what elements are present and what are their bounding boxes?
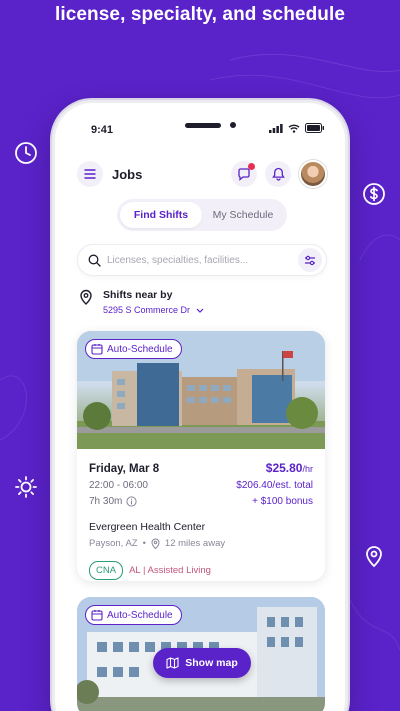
chevron-down-icon: [196, 308, 204, 313]
clock-icon: [13, 140, 39, 166]
battery-icon: [305, 123, 324, 133]
hero-title: license, specialty, and schedule: [54, 4, 346, 25]
badge-label: Auto-Schedule: [107, 609, 173, 621]
facility-name: Evergreen Health Center: [89, 521, 206, 533]
separator-dot: •: [142, 538, 146, 549]
filter-button[interactable]: [298, 248, 322, 272]
auto-schedule-badge: Auto-Schedule: [85, 339, 182, 359]
facility-photo: Auto-Schedule: [77, 331, 325, 449]
duration-row: 7h 30m: [89, 496, 137, 507]
location-address: 5295 S Commerce Dr: [103, 305, 191, 315]
notification-dot: [248, 163, 255, 170]
camera-dot: [230, 122, 236, 128]
messages-button[interactable]: [231, 161, 257, 187]
dollar-icon: [361, 181, 387, 207]
est-total: $206.40/est. total: [236, 480, 313, 491]
calendar-icon: [91, 610, 103, 621]
user-avatar[interactable]: [299, 160, 327, 188]
page-title: Jobs: [112, 166, 143, 182]
tab-my-schedule[interactable]: My Schedule: [202, 202, 284, 228]
speaker-bar: [185, 123, 221, 128]
show-map-label: Show map: [185, 657, 238, 669]
tab-find-shifts[interactable]: Find Shifts: [120, 202, 202, 228]
location-pin-icon: [151, 538, 160, 549]
rate-value: $25.80: [265, 461, 303, 475]
shift-date: Friday, Mar 8: [89, 463, 160, 475]
auto-schedule-badge: Auto-Schedule: [85, 605, 182, 625]
menu-button[interactable]: [77, 161, 103, 187]
shift-card[interactable]: Auto-Schedule Friday, Mar 8 $25.80/hr 22…: [77, 331, 325, 581]
signal-icon: [269, 123, 283, 133]
location-text: Shifts near by 5295 S Commerce Dr: [103, 289, 204, 315]
specialty-tag: AL | Assisted Living: [129, 565, 211, 576]
facility-distance: 12 miles away: [164, 538, 226, 549]
rate-unit: /hr: [302, 464, 313, 474]
search-input[interactable]: [107, 254, 298, 266]
shift-tags: CNA AL | Assisted Living: [89, 561, 313, 580]
sun-icon: [13, 474, 39, 500]
facility-city: Payson, AZ: [89, 538, 138, 549]
calendar-icon: [91, 344, 103, 355]
filter-sliders-icon: [305, 255, 315, 265]
phone-frame: 9:41 Jobs Find Shifts My Schedule Sh: [52, 100, 348, 711]
license-tag: CNA: [89, 561, 124, 580]
menu-icon: [84, 169, 96, 179]
show-map-button[interactable]: Show map: [153, 648, 251, 678]
status-icons: [269, 123, 325, 133]
shift-time: 22:00 - 06:00: [89, 480, 148, 491]
search-bar: [77, 244, 327, 276]
top-bar: Jobs: [77, 158, 327, 190]
shift-details: Friday, Mar 8 $25.80/hr 22:00 - 06:00 $2…: [77, 449, 325, 580]
shift-rate: $25.80/hr: [266, 461, 313, 475]
shift-duration: 7h 30m: [89, 496, 123, 507]
location-pin-icon: [361, 543, 387, 569]
location-pin-icon: [80, 289, 92, 305]
bonus: + $100 bonus: [252, 496, 313, 507]
map-icon: [166, 657, 179, 669]
search-icon: [88, 254, 101, 267]
badge-label: Auto-Schedule: [107, 343, 173, 355]
bell-icon: [271, 167, 285, 181]
wifi-icon: [288, 124, 300, 133]
notifications-button[interactable]: [265, 161, 291, 187]
shift-tabs: Find Shifts My Schedule: [117, 199, 287, 231]
facility-location: Payson, AZ • 12 miles away: [89, 538, 313, 549]
location-label: Shifts near by: [103, 289, 173, 301]
info-icon[interactable]: [126, 496, 137, 507]
location-selector[interactable]: Shifts near by 5295 S Commerce Dr: [79, 289, 329, 315]
status-time: 9:41: [91, 124, 114, 136]
location-address-row[interactable]: 5295 S Commerce Dr: [103, 305, 204, 315]
